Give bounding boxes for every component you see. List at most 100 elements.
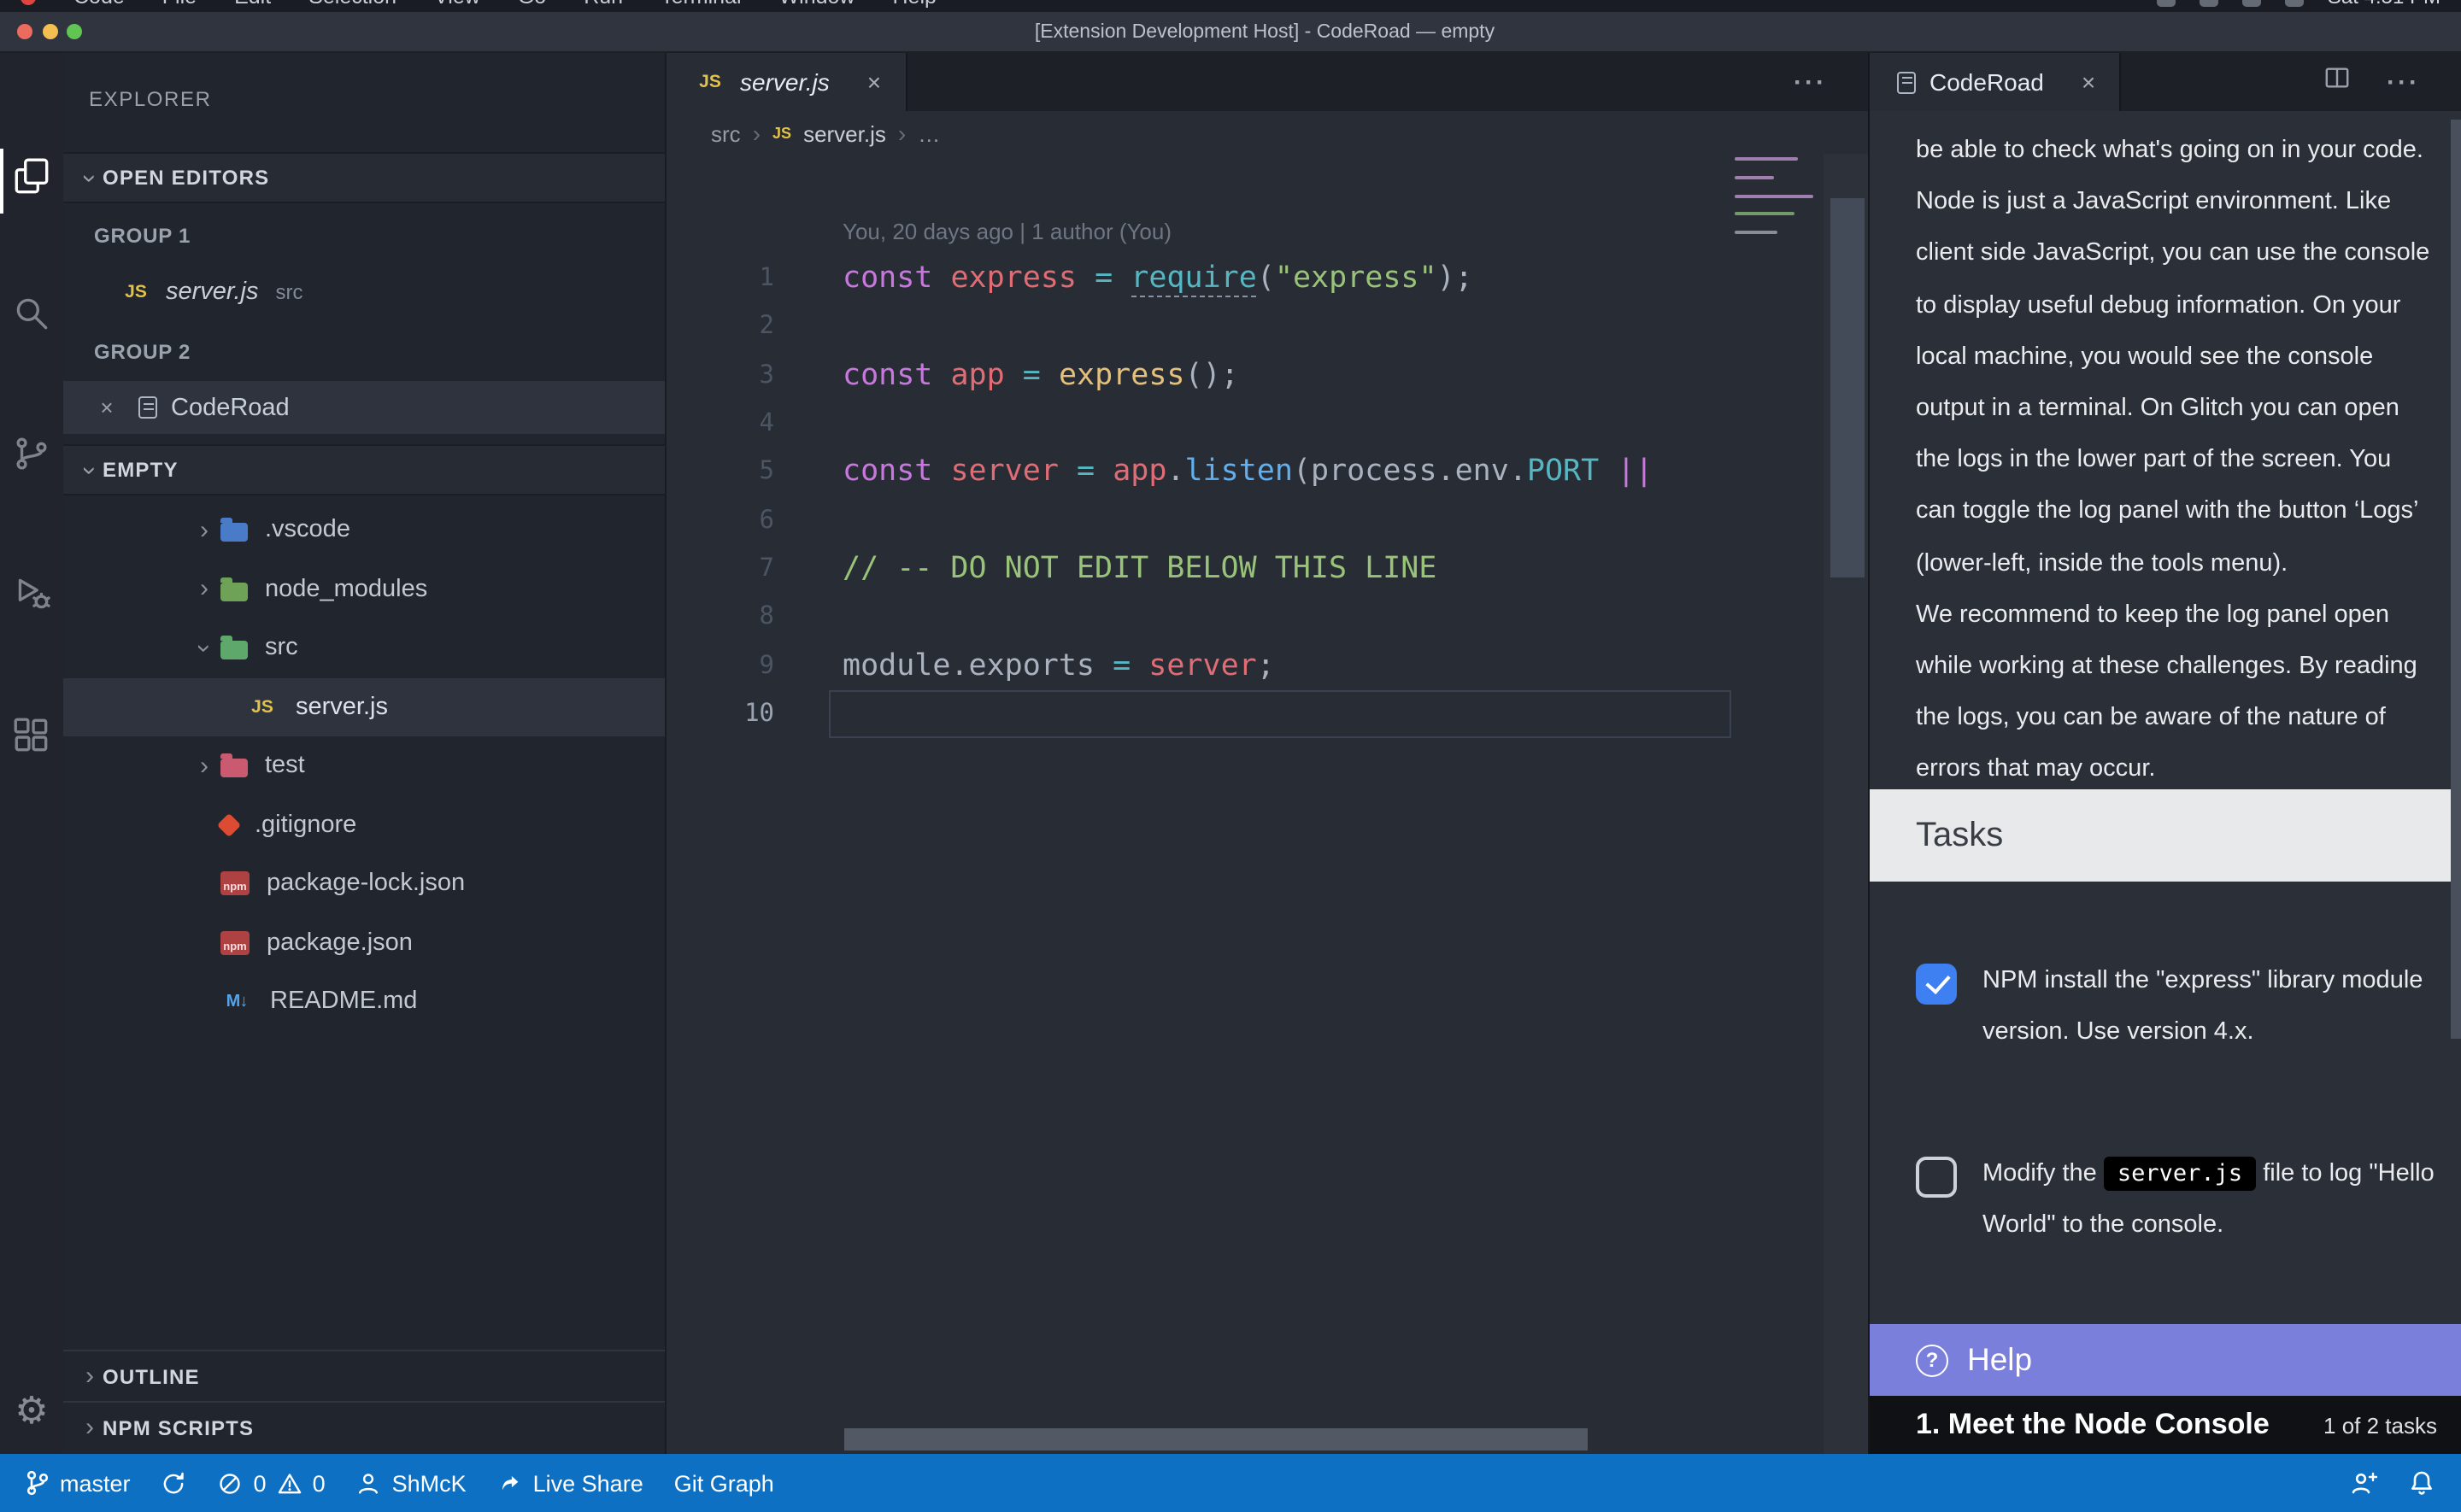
- tree-item-package-lock-json[interactable]: npmpackage-lock.json: [63, 854, 665, 913]
- code-line-4[interactable]: 4: [667, 400, 1868, 448]
- tree-item-server-js[interactable]: JS server.js: [63, 677, 665, 736]
- outline-section[interactable]: › OUTLINE: [63, 1350, 665, 1401]
- task-2-text: Modify the server.js file to log "Hello …: [1982, 1148, 2444, 1251]
- editor-actions-more-icon[interactable]: ···: [1794, 67, 1827, 97]
- horizontal-scrollbar[interactable]: [844, 1428, 1588, 1450]
- tree-item-node-modules[interactable]: ›node_modules: [63, 560, 665, 618]
- code-line-10[interactable]: 10: [667, 689, 1868, 738]
- code-line-6[interactable]: 6: [667, 496, 1868, 545]
- tree-item-src[interactable]: ›src: [63, 618, 665, 677]
- line-number: 5: [667, 459, 774, 486]
- open-editors-section[interactable]: › OPEN EDITORS: [63, 152, 665, 203]
- close-editor-icon[interactable]: ×: [94, 395, 120, 420]
- menu-window[interactable]: Window: [779, 0, 855, 9]
- account-indicator[interactable]: ShMcK: [341, 1454, 482, 1512]
- tab-coderoad[interactable]: CodeRoad ×: [1870, 53, 2121, 111]
- breadcrumb-symbol[interactable]: …: [918, 120, 940, 146]
- menu-items: Code File Edit Selection View Go Run Terminal Wi…: [73, 0, 937, 9]
- tree-item-test[interactable]: ›test: [63, 736, 665, 795]
- tree-item-label: node_modules: [265, 576, 427, 603]
- explorer-icon[interactable]: [0, 150, 63, 202]
- close-tab-icon[interactable]: ×: [867, 68, 881, 96]
- code-line-3[interactable]: 3const app = express();: [667, 351, 1868, 400]
- code-line-9[interactable]: 9module.exports = server;: [667, 642, 1868, 690]
- webview-file-icon: [138, 396, 157, 419]
- sync-indicator[interactable]: [146, 1454, 203, 1512]
- open-editor-server-js[interactable]: JS server.js src: [63, 265, 665, 318]
- tree-item-label: .gitignore: [255, 812, 356, 839]
- line-number: 3: [667, 361, 774, 389]
- live-share-button[interactable]: Live Share: [482, 1454, 659, 1512]
- menubar-status-icon[interactable]: [2157, 0, 2176, 6]
- search-icon[interactable]: [0, 287, 63, 338]
- menu-terminal[interactable]: Terminal: [661, 0, 742, 9]
- js-icon: JS: [246, 694, 279, 721]
- git-branch-icon: [26, 1469, 50, 1497]
- split-editor-icon[interactable]: [2323, 65, 2349, 99]
- panel-scrollbar[interactable]: [2451, 120, 2461, 1039]
- menubar-status-icon[interactable]: [2200, 0, 2218, 6]
- code-line-2[interactable]: 2: [667, 303, 1868, 352]
- editor-group-2-label: GROUP 2: [94, 331, 191, 372]
- task-checkbox-unchecked[interactable]: [1916, 1157, 1957, 1198]
- help-bar[interactable]: ? Help: [1870, 1324, 2461, 1396]
- notifications-bell-icon[interactable]: [2393, 1454, 2451, 1512]
- chevron-right-icon: ›: [77, 1363, 103, 1389]
- minimize-button[interactable]: [42, 24, 57, 39]
- problems-indicator[interactable]: 0 0: [203, 1454, 341, 1512]
- panel-actions-more-icon[interactable]: ···: [2387, 67, 2420, 97]
- share-icon: [497, 1470, 523, 1496]
- close-tab-icon[interactable]: ×: [2082, 68, 2095, 96]
- code-line-8[interactable]: 8: [667, 593, 1868, 642]
- panel-tabstrip: CodeRoad × ···: [1870, 53, 2461, 111]
- menubar-clock[interactable]: Sat 4:51 PM: [2328, 0, 2440, 9]
- zoom-button[interactable]: [67, 24, 82, 39]
- person-feedback-icon[interactable]: [2335, 1454, 2393, 1512]
- tree-item--gitignore[interactable]: .gitignore: [63, 795, 665, 854]
- extensions-icon[interactable]: [0, 709, 63, 760]
- close-button[interactable]: [17, 24, 32, 39]
- menubar-status-icon[interactable]: [2285, 0, 2304, 6]
- menu-go[interactable]: Go: [518, 0, 546, 9]
- task-checkbox-checked[interactable]: [1916, 964, 1957, 1005]
- workspace-section[interactable]: › EMPTY: [63, 444, 665, 495]
- tree-item-label: server.js: [296, 694, 388, 721]
- tree-item-package-json[interactable]: npmpackage.json: [63, 913, 665, 972]
- open-editor-coderoad[interactable]: × CodeRoad: [63, 381, 665, 434]
- menu-code[interactable]: Code: [73, 0, 125, 9]
- settings-gear-icon[interactable]: ⚙: [0, 1389, 63, 1433]
- npm-scripts-section[interactable]: › NPM SCRIPTS: [63, 1401, 665, 1452]
- breadcrumb-server-js[interactable]: server.js: [803, 120, 886, 146]
- tree-item-readme-md[interactable]: M↓README.md: [63, 972, 665, 1031]
- code-line-1[interactable]: 1const express = require("express");: [667, 255, 1868, 303]
- chevron-down-icon: ›: [77, 457, 103, 483]
- task-item-1: NPM install the "express" library module…: [1916, 955, 2444, 1058]
- chevron-right-icon: ›: [77, 1415, 103, 1440]
- line-number: 7: [667, 555, 774, 583]
- minimap[interactable]: [1735, 157, 1817, 249]
- chevron-right-icon: ›: [898, 120, 906, 147]
- menu-help[interactable]: Help: [893, 0, 937, 9]
- npm-icon: npm: [220, 931, 250, 955]
- code-line-5[interactable]: 5const server = app.listen(process.env.P…: [667, 448, 1868, 496]
- vertical-scrollbar[interactable]: [1830, 198, 1865, 577]
- lesson-footer[interactable]: 1. Meet the Node Console 1 of 2 tasks: [1870, 1396, 2461, 1454]
- menu-run[interactable]: Run: [584, 0, 623, 9]
- code-editor[interactable]: You, 20 days ago | 1 author (You) 1const…: [667, 154, 1868, 1454]
- breadcrumb-src[interactable]: src: [711, 120, 741, 146]
- code-line-7[interactable]: 7// -- DO NOT EDIT BELOW THIS LINE: [667, 545, 1868, 594]
- warnings-icon: [277, 1470, 302, 1496]
- menu-selection[interactable]: Selection: [308, 0, 396, 9]
- git-graph-button[interactable]: Git Graph: [659, 1454, 790, 1512]
- menu-edit[interactable]: Edit: [234, 0, 271, 9]
- tutorial-text: be able to check what's going on in your…: [1916, 125, 2432, 795]
- tab-server-js[interactable]: JS server.js ×: [667, 53, 907, 111]
- source-control-icon[interactable]: [0, 427, 63, 478]
- task-progress: 1 of 2 tasks: [2323, 1412, 2437, 1438]
- branch-indicator[interactable]: master: [10, 1454, 146, 1512]
- tree-item--vscode[interactable]: ›.vscode: [63, 501, 665, 560]
- menubar-status-icon[interactable]: [2242, 0, 2261, 6]
- menu-view[interactable]: View: [434, 0, 480, 9]
- run-and-debug-icon[interactable]: [0, 567, 63, 618]
- menu-file[interactable]: File: [162, 0, 197, 9]
